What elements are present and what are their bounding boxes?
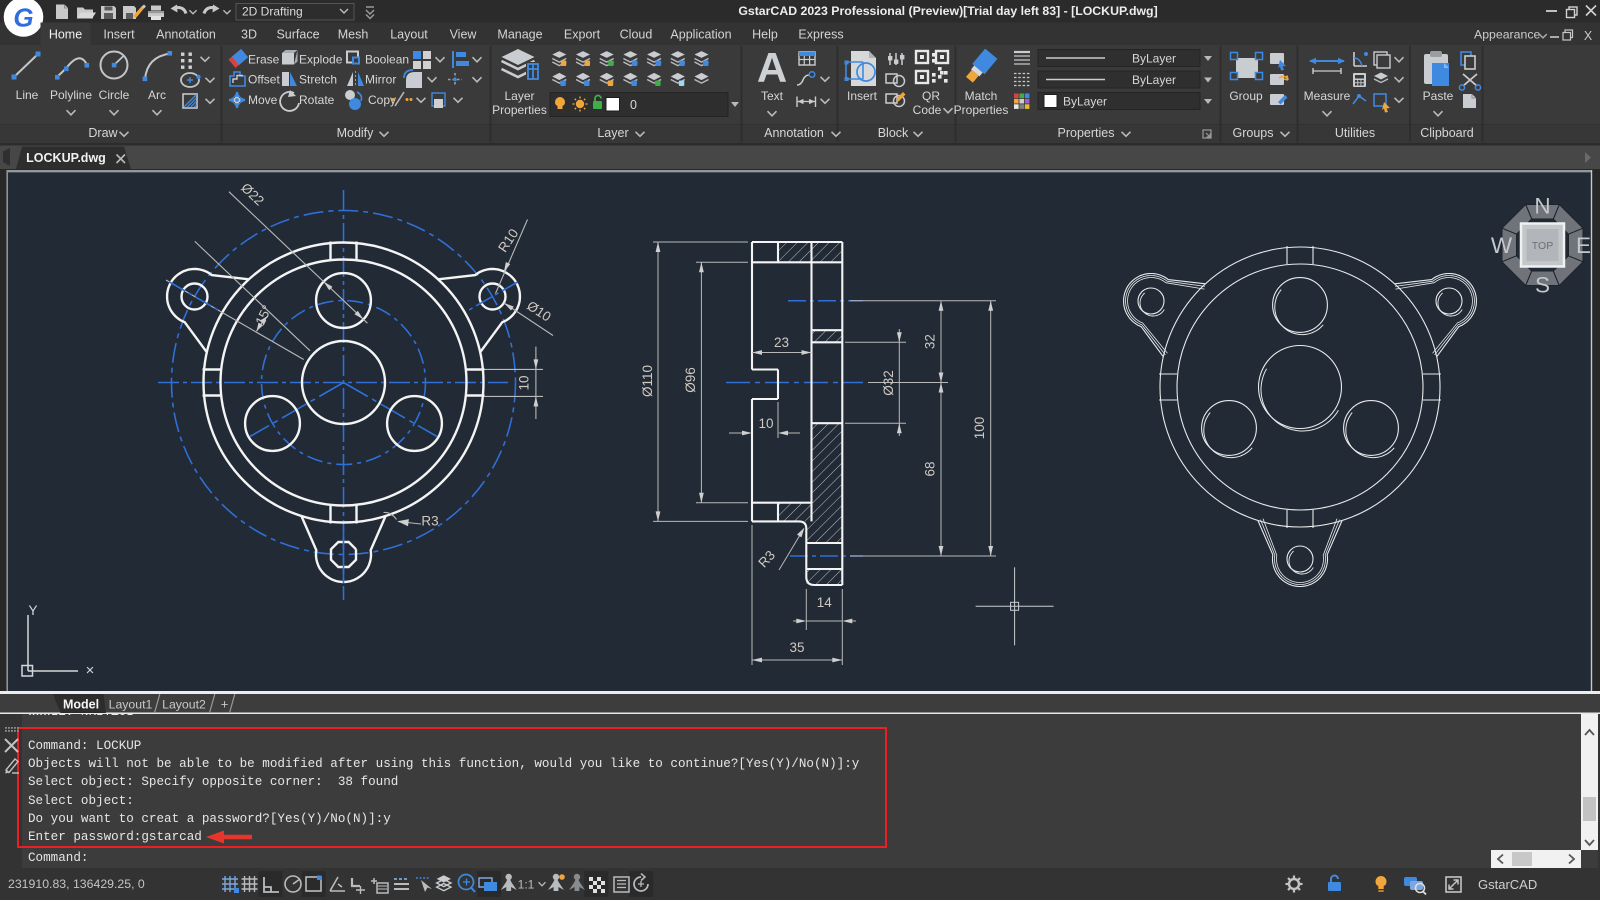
svg-text:Express: Express [798,28,843,42]
svg-text:ByLayer: ByLayer [1132,73,1176,87]
svg-text:Properties: Properties [1058,126,1115,140]
svg-text:View: View [450,28,478,42]
svg-text:Manage: Manage [497,28,542,42]
svg-text:×: × [86,662,95,679]
svg-text:Model: Model [63,698,99,712]
svg-text:Mesh: Mesh [338,28,369,42]
svg-text:Measure: Measure [1304,89,1351,103]
svg-text:Modify: Modify [337,126,375,140]
svg-text:Clipboard: Clipboard [1420,126,1474,140]
svg-text:Mirror: Mirror [365,73,396,87]
svg-text:W: W [1491,233,1513,258]
svg-text:3D: 3D [241,28,257,42]
svg-text:Arc: Arc [148,88,166,102]
svg-text:Draw: Draw [88,126,118,140]
svg-text:10: 10 [758,416,773,431]
svg-text:Paste: Paste [1423,89,1454,103]
svg-text:R3: R3 [421,514,438,529]
svg-text:Insert: Insert [103,28,135,42]
svg-text:A: A [757,44,787,91]
svg-text:Boolean: Boolean [365,53,409,67]
svg-text:+: + [221,697,229,712]
svg-text:1:1: 1:1 [518,878,535,892]
svg-text:Annotation: Annotation [156,28,216,42]
svg-text:Export: Export [564,28,601,42]
svg-text:TOP: TOP [1532,240,1553,252]
svg-text:Rotate: Rotate [299,93,335,107]
svg-text:2D Drafting: 2D Drafting [242,5,303,19]
svg-text:Erase: Erase [248,53,280,67]
svg-text:Insert: Insert [847,89,878,103]
svg-text:Stretch: Stretch [299,73,337,87]
svg-text:ByLayer: ByLayer [1132,52,1176,66]
svg-text:G: G [13,3,33,33]
svg-text:Ø32: Ø32 [881,370,896,396]
svg-text:GstarCAD: GstarCAD [1478,877,1537,892]
svg-text:Surface: Surface [276,28,319,42]
svg-text:Offset: Offset [248,73,280,87]
svg-text:Utilities: Utilities [1335,126,1375,140]
svg-text:E: E [1576,233,1591,258]
svg-text:0: 0 [630,98,637,112]
svg-text:X: X [1584,29,1593,43]
svg-text:N: N [1534,194,1550,219]
svg-text:ByLayer: ByLayer [1063,95,1107,109]
svg-text:Appearance: Appearance [1474,28,1540,42]
svg-text:Ø110: Ø110 [640,365,655,397]
svg-text:231910.83, 136429.25, 0: 231910.83, 136429.25, 0 [8,877,145,891]
svg-text:Y: Y [28,603,37,618]
svg-text:Help: Help [752,28,778,42]
svg-text:Groups: Groups [1233,126,1274,140]
svg-text:S: S [1535,273,1550,298]
svg-text:Group: Group [1229,89,1263,103]
svg-text:Polyline: Polyline [50,88,92,102]
svg-text:LOCKUP.dwg: LOCKUP.dwg [26,151,106,165]
svg-text:Move: Move [248,93,278,107]
svg-text:68: 68 [923,461,938,476]
svg-text:Ø96: Ø96 [683,367,698,393]
svg-text:Layout: Layout [390,28,428,42]
svg-text:Circle: Circle [99,88,130,102]
svg-text:32: 32 [923,334,938,349]
svg-text:Properties: Properties [954,103,1009,117]
svg-text:Text: Text [761,89,784,103]
svg-text:Layer: Layer [597,126,628,140]
svg-text:14: 14 [817,595,833,610]
svg-text:Cloud: Cloud [620,28,653,42]
svg-text:10: 10 [517,375,532,390]
svg-text:23: 23 [774,335,789,350]
svg-text:Layout2: Layout2 [162,698,206,712]
svg-text:Home: Home [49,28,82,42]
svg-text:Properties: Properties [492,103,547,117]
svg-text:Line: Line [16,88,39,102]
svg-text:Annotation: Annotation [764,126,824,140]
svg-text:QR: QR [922,89,940,103]
svg-text:Block: Block [878,126,909,140]
svg-text:Layout1: Layout1 [109,698,153,712]
svg-text:Match: Match [965,89,998,103]
svg-text:Application: Application [670,28,731,42]
svg-text:100: 100 [972,417,987,440]
svg-text:35: 35 [789,640,804,655]
svg-text:Code: Code [913,103,942,117]
svg-text:Explode: Explode [299,53,343,67]
svg-text:GstarCAD 2023 Professional (Pr: GstarCAD 2023 Professional (Preview)[Tri… [738,4,1157,18]
svg-text:Layer: Layer [504,89,534,103]
